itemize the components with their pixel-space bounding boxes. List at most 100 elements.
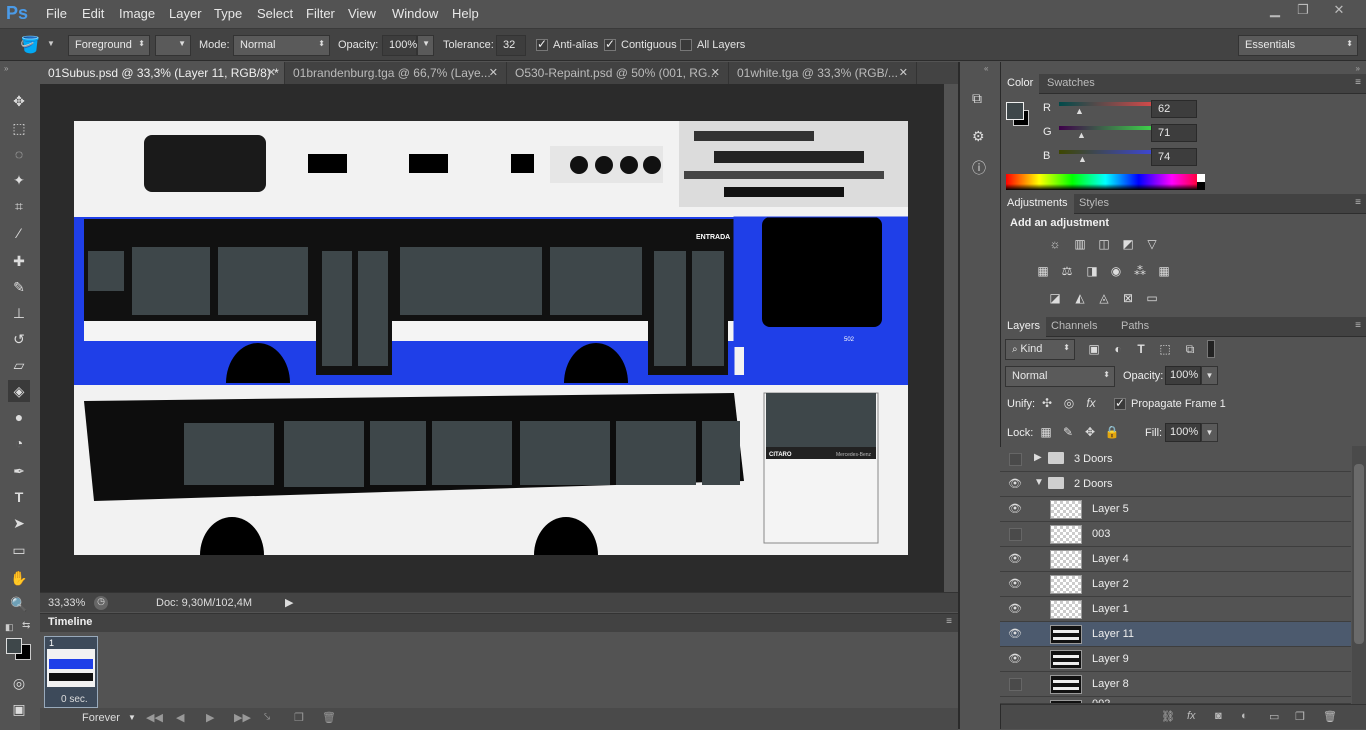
tab-styles[interactable]: Styles: [1073, 197, 1115, 209]
tween-icon[interactable]: ⤥: [264, 711, 270, 724]
expand-arrow-icon[interactable]: ▶: [1034, 452, 1042, 463]
new-adjustment-icon[interactable]: ◐: [1241, 710, 1248, 722]
pattern-picker[interactable]: ▼: [155, 35, 191, 56]
layer-row-layer-9[interactable]: 👁 Layer 9: [1000, 647, 1351, 672]
b-value-input[interactable]: 74: [1151, 148, 1197, 166]
paint-bucket-tool-icon[interactable]: ◈: [8, 380, 30, 402]
menu-file[interactable]: File: [46, 6, 67, 21]
first-frame-icon[interactable]: ◀◀: [146, 711, 163, 724]
lock-position-icon[interactable]: ✥: [1081, 425, 1099, 441]
g-value-input[interactable]: 71: [1151, 124, 1197, 142]
path-selection-tool-icon[interactable]: ➤: [8, 512, 30, 534]
vertical-scrollbar[interactable]: [944, 84, 958, 592]
chevron-down-icon[interactable]: ▼: [128, 713, 136, 722]
eye-icon[interactable]: 👁: [1008, 627, 1022, 641]
layer-row-layer-1[interactable]: 👁 Layer 1: [1000, 597, 1351, 622]
fill-source-select[interactable]: Foreground ⬍: [68, 35, 150, 56]
panel-menu-icon[interactable]: ≡: [946, 616, 952, 627]
layer-row-layer-4[interactable]: 👁 Layer 4: [1000, 547, 1351, 572]
visibility-toggle-off[interactable]: [1009, 453, 1022, 466]
tab-channels[interactable]: Channels: [1045, 320, 1103, 332]
lock-transparency-icon[interactable]: ▦: [1037, 425, 1055, 441]
hue-saturation-icon[interactable]: ▦: [1034, 264, 1052, 280]
tab-01brandenburg[interactable]: 01brandenburg.tga @ 66,7% (Laye... ✕: [285, 62, 507, 84]
new-layer-icon[interactable]: ❐: [1295, 710, 1305, 723]
history-panel-icon[interactable]: ⧉: [972, 90, 982, 107]
eye-icon[interactable]: 👁: [1008, 652, 1022, 666]
menu-filter[interactable]: Filter: [306, 6, 335, 21]
panel-menu-icon[interactable]: ≡: [1355, 77, 1361, 88]
unify-position-icon[interactable]: ✣: [1038, 396, 1056, 412]
frame-delay[interactable]: 0 sec.: [61, 694, 88, 705]
unify-style-icon[interactable]: fx: [1082, 396, 1100, 412]
visibility-toggle-off[interactable]: [1009, 528, 1022, 541]
curves-icon[interactable]: ◫: [1095, 237, 1113, 253]
foreground-color-chip[interactable]: [1006, 102, 1024, 120]
canvas-area[interactable]: ENTRADA 502 CITARO Mercedes-Benz: [40, 84, 958, 592]
layer-row-layer-8[interactable]: Layer 8: [1000, 672, 1351, 697]
collapse-icon[interactable]: »: [4, 64, 8, 73]
menu-help[interactable]: Help: [452, 6, 479, 21]
brush-tool-icon[interactable]: ✎: [8, 276, 30, 298]
next-frame-icon[interactable]: ▶▶: [234, 711, 251, 724]
crop-tool-icon[interactable]: ⌗: [8, 195, 30, 217]
photo-filter-icon[interactable]: ◉: [1107, 264, 1125, 280]
foreground-color-swatch[interactable]: [6, 638, 22, 654]
close-icon[interactable]: ✕: [489, 66, 498, 79]
layer-filter-select[interactable]: ⌕ Kind ⬍: [1005, 339, 1075, 360]
add-mask-icon[interactable]: ◙: [1215, 710, 1222, 722]
tab-color[interactable]: Color: [1001, 74, 1040, 94]
tab-o530-repaint[interactable]: O530-Repaint.psd @ 50% (001, RG... ✕: [507, 62, 729, 84]
filter-adjustment-icon[interactable]: ◐: [1109, 342, 1127, 358]
default-colors-icon[interactable]: ◧: [5, 622, 14, 633]
new-group-icon[interactable]: ▭: [1269, 710, 1279, 723]
zoom-tool-icon[interactable]: 🔍: [8, 593, 30, 615]
tab-layers[interactable]: Layers: [1001, 317, 1047, 337]
link-layers-icon[interactable]: ⛓: [1161, 710, 1175, 723]
panel-menu-icon[interactable]: ≡: [1355, 197, 1361, 208]
selective-color-icon[interactable]: ⊠: [1119, 291, 1137, 307]
eye-icon[interactable]: 👁: [1008, 552, 1022, 566]
scroll-thumb[interactable]: [1354, 464, 1364, 644]
menu-layer[interactable]: Layer: [169, 6, 202, 21]
color-balance-icon[interactable]: ⚖: [1058, 264, 1076, 280]
blend-mode-select[interactable]: Normal ⬍: [1005, 366, 1115, 387]
properties-panel-icon[interactable]: ⚙: [972, 128, 985, 145]
menu-image[interactable]: Image: [119, 6, 155, 21]
visibility-toggle-off[interactable]: [1009, 678, 1022, 691]
pen-tool-icon[interactable]: ✒: [8, 460, 30, 482]
visibility-toggle-off[interactable]: [1009, 703, 1022, 704]
layer-opacity-dropdown[interactable]: ▼: [1201, 366, 1218, 385]
r-value-input[interactable]: 62: [1151, 100, 1197, 118]
levels-icon[interactable]: ▥: [1071, 237, 1089, 253]
paint-bucket-icon[interactable]: 🪣: [20, 35, 40, 55]
lasso-tool-icon[interactable]: ◌: [8, 143, 30, 165]
eraser-tool-icon[interactable]: ▱: [8, 354, 30, 376]
filter-smart-object-icon[interactable]: ⧉: [1181, 342, 1199, 358]
close-icon[interactable]: ✕: [899, 66, 908, 79]
rectangle-tool-icon[interactable]: ▭: [8, 539, 30, 561]
eye-icon[interactable]: 👁: [1008, 577, 1022, 591]
filter-toggle[interactable]: [1207, 340, 1215, 358]
b-slider-thumb[interactable]: ▲: [1078, 154, 1087, 164]
history-brush-tool-icon[interactable]: ↺: [8, 328, 30, 350]
menu-select[interactable]: Select: [257, 6, 293, 21]
posterize-icon[interactable]: ◭: [1071, 291, 1089, 307]
filter-pixel-icon[interactable]: ▣: [1085, 342, 1103, 358]
filter-type-icon[interactable]: T: [1132, 342, 1150, 358]
tab-01white[interactable]: 01white.tga @ 33,3% (RGB/... ✕: [729, 62, 917, 84]
color-spectrum[interactable]: [1006, 174, 1205, 190]
eyedropper-tool-icon[interactable]: ⁄: [8, 222, 30, 244]
eye-icon[interactable]: 👁: [1008, 502, 1022, 516]
marquee-tool-icon[interactable]: ⬚: [8, 117, 30, 139]
menu-type[interactable]: Type: [214, 6, 242, 21]
menu-window[interactable]: Window: [392, 6, 438, 21]
restore-button[interactable]: ❐: [1290, 2, 1316, 20]
tolerance-input[interactable]: 32: [496, 35, 526, 56]
info-panel-icon[interactable]: ⓘ: [972, 158, 986, 178]
channel-mixer-icon[interactable]: ⁂: [1131, 264, 1149, 280]
invert-icon[interactable]: ◪: [1046, 291, 1064, 307]
chevron-down-icon[interactable]: ▼: [47, 39, 55, 48]
layer-row-layer-11[interactable]: 👁 Layer 11: [1000, 622, 1351, 647]
collapse-arrow-icon[interactable]: ▼: [1034, 477, 1044, 488]
